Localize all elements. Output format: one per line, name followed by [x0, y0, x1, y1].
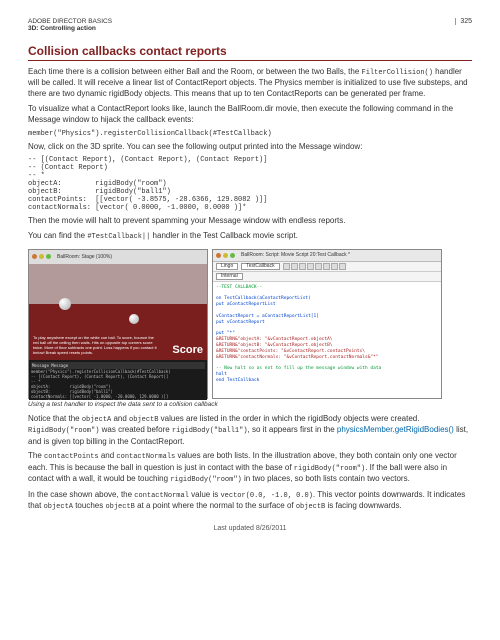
inline-code: contactNormals [116, 453, 175, 461]
inline-code: contactPoints [44, 453, 99, 461]
window-titlebar: BallRoom: Stage (100%) [29, 250, 207, 264]
doc-title: ADOBE DIRECTOR BASICS [28, 18, 112, 25]
text: touches [73, 501, 105, 510]
hint-text: To play anywhere except on the white cue… [33, 336, 157, 355]
paragraph-2: To visualize what a ContactReport looks … [28, 104, 472, 126]
inline-code: rigidBody("ball1") [172, 427, 248, 435]
page-footer: Last updated 8/26/2011 [28, 525, 472, 532]
section-heading: Collision callbacks contact reports [28, 44, 472, 61]
close-icon[interactable] [216, 253, 221, 258]
tool-icon[interactable] [323, 263, 330, 270]
text: The [28, 451, 44, 460]
text: at a point where the normal to the surfa… [135, 501, 296, 510]
doc-subtitle: 3D: Controlling action [28, 25, 112, 32]
tool-icon[interactable] [315, 263, 322, 270]
score-label: Score [172, 344, 203, 356]
inline-code: vector(0.0, -1.0, 0.0) [220, 492, 312, 500]
inline-code: objectA [82, 416, 111, 424]
inline-code: #TestCallback|| [87, 233, 150, 241]
text: , so it appears first in the [248, 425, 337, 434]
text: was created before [99, 425, 171, 434]
paragraph-7: The contactPoints and contactNormals val… [28, 451, 472, 485]
inline-code: rigidBody("room") [294, 465, 365, 473]
inline-code: RigidBody("room") [28, 427, 99, 435]
zoom-icon[interactable] [46, 254, 51, 259]
tool-icon[interactable] [283, 263, 290, 270]
screenshot-row: BallRoom: Stage (100%) To play anywhere … [28, 249, 472, 399]
3d-viewport[interactable]: To play anywhere except on the white cue… [29, 264, 207, 360]
inline-code: objectB [129, 416, 158, 424]
text: In the case shown above, the [28, 490, 134, 499]
paragraph-5: You can find the #TestCallback|| handler… [28, 231, 472, 242]
header-left: ADOBE DIRECTOR BASICS 3D: Controlling ac… [28, 18, 112, 32]
scene-wall [29, 264, 207, 304]
message-title: Message Message [31, 362, 205, 369]
window-titlebar: BallRoom: Script: Movie Script 20:Test C… [213, 250, 441, 262]
paragraph-3: Now, click on the 3D sprite. You can see… [28, 142, 472, 153]
handler-select[interactable]: TestCallback [241, 263, 279, 270]
figure-caption: Using a test handler to inspect the data… [28, 401, 472, 408]
text: is facing downwards. [325, 501, 401, 510]
inline-code: rigidBody("room") [170, 476, 241, 484]
script-editor[interactable]: --TEST CALLBACK-- on TestCallback(aConta… [213, 282, 441, 398]
inline-code: FilterCollision() [362, 69, 433, 77]
stage-window: BallRoom: Stage (100%) To play anywhere … [28, 249, 208, 399]
minimize-icon[interactable] [223, 253, 228, 258]
text: Notice that the [28, 414, 82, 423]
close-icon[interactable] [32, 254, 37, 259]
inline-code: contactNormal [134, 492, 189, 500]
paragraph-6: Notice that the objectA and objectB valu… [28, 414, 472, 448]
window-title: BallRoom: Stage (100%) [57, 254, 112, 260]
paragraph-1: Each time there is a collision between e… [28, 67, 472, 100]
text: values are listed in the order in which … [158, 414, 419, 423]
red-ball [129, 314, 139, 324]
minimize-icon[interactable] [39, 254, 44, 259]
message-output: member("Physics").registerCollisionCallb… [31, 369, 205, 400]
inline-code: objectB [296, 503, 325, 511]
text: and [111, 414, 129, 423]
cue-ball [59, 298, 71, 310]
cast-tab[interactable]: Internal [216, 273, 243, 280]
text: value is [189, 490, 221, 499]
language-select[interactable]: Lingo [216, 263, 238, 270]
text: and [99, 451, 117, 460]
code-block-1: member("Physics").registerCollisionCallb… [28, 130, 472, 138]
text: handler in the Test Callback movie scrip… [150, 231, 297, 240]
tool-icon[interactable] [299, 263, 306, 270]
script-window: BallRoom: Script: Movie Script 20:Test C… [212, 249, 442, 399]
text: Each time there is a collision between e… [28, 67, 362, 76]
page-number: 325 [455, 18, 472, 25]
script-toolbar: Lingo TestCallback [213, 262, 441, 272]
text: in two places, so both lists contain two… [242, 474, 410, 483]
paragraph-8: In the case shown above, the contactNorm… [28, 490, 472, 513]
tool-icon[interactable] [339, 263, 346, 270]
link-text[interactable]: physicsMember.getRigidBodies() [337, 425, 454, 434]
tool-icon[interactable] [291, 263, 298, 270]
paragraph-4: Then the movie will halt to prevent spam… [28, 216, 472, 227]
code-block-2: -- [(Contact Report), (Contact Report), … [28, 156, 472, 212]
page-header: ADOBE DIRECTOR BASICS 3D: Controlling ac… [28, 18, 472, 32]
toolbar-icons [283, 263, 346, 270]
text: You can find the [28, 231, 87, 240]
tool-icon[interactable] [307, 263, 314, 270]
page-body: ADOBE DIRECTOR BASICS 3D: Controlling ac… [0, 0, 500, 550]
code-line: end TestCallback [216, 378, 438, 384]
script-tabbar: Internal [213, 272, 441, 282]
tool-icon[interactable] [331, 263, 338, 270]
script-title: BallRoom: Script: Movie Script 20:Test C… [241, 252, 350, 258]
inline-code: objectA [44, 503, 73, 511]
inline-code: objectB [105, 503, 134, 511]
message-window[interactable]: Message Message member("Physics").regist… [29, 360, 207, 400]
zoom-icon[interactable] [230, 253, 235, 258]
